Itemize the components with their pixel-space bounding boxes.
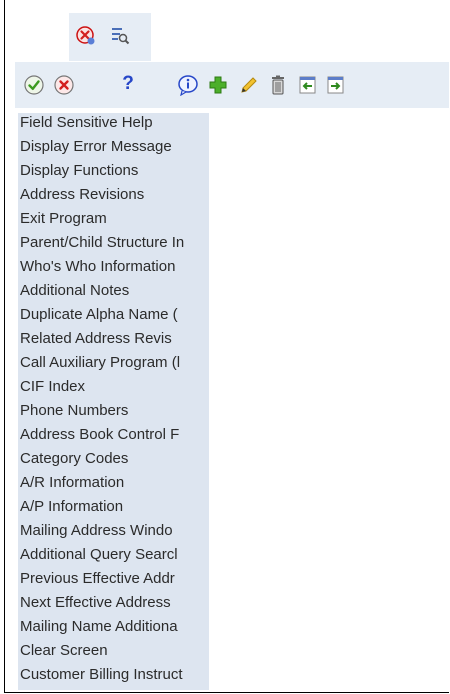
menu-item-display-functions[interactable]: Display Functions	[20, 161, 209, 181]
menu-item-phone-numbers[interactable]: Phone Numbers	[20, 401, 209, 421]
menu-item-additional-query-search[interactable]: Additional Query Searcl	[20, 545, 209, 565]
menu-item-display-error-message[interactable]: Display Error Message	[20, 137, 209, 157]
menu-item-field-sensitive-help[interactable]: Field Sensitive Help	[20, 113, 209, 133]
import-icon[interactable]	[297, 74, 319, 96]
menu-item-customer-billing-instructions[interactable]: Customer Billing Instruct	[20, 665, 209, 685]
menu-item-parent-child-structure[interactable]: Parent/Child Structure In	[20, 233, 209, 253]
menu-item-mailing-name-additional[interactable]: Mailing Name Additiona	[20, 617, 209, 637]
menu-item-next-effective-address[interactable]: Next Effective Address	[20, 593, 209, 613]
menu-item-mailing-address-window[interactable]: Mailing Address Windo	[20, 521, 209, 541]
delete-trash-icon[interactable]	[267, 74, 289, 96]
menu-item-clear-screen[interactable]: Clear Screen	[20, 641, 209, 661]
menu-item-address-revisions[interactable]: Address Revisions	[20, 185, 209, 205]
export-icon[interactable]	[325, 74, 347, 96]
menu-item-address-book-control[interactable]: Address Book Control F	[20, 425, 209, 445]
menu-item-ap-information[interactable]: A/P Information	[20, 497, 209, 517]
menu-item-duplicate-alpha-name[interactable]: Duplicate Alpha Name (	[20, 305, 209, 325]
menu-item-related-address-revisions[interactable]: Related Address Revis	[20, 329, 209, 349]
menu-item-additional-notes[interactable]: Additional Notes	[20, 281, 209, 301]
app-window: ? Field Sensitive Help Display Error Mes…	[4, 0, 449, 693]
menu-item-call-auxiliary-program[interactable]: Call Auxiliary Program (l	[20, 353, 209, 373]
info-icon[interactable]	[177, 74, 199, 96]
menu-item-category-codes[interactable]: Category Codes	[20, 449, 209, 469]
cancel-x-icon[interactable]	[53, 74, 75, 96]
help-question-icon[interactable]: ?	[117, 73, 139, 95]
form-exit-menu: Field Sensitive Help Display Error Messa…	[18, 113, 209, 690]
cancel-close-icon[interactable]	[75, 25, 97, 47]
menu-item-cif-index[interactable]: CIF Index	[20, 377, 209, 397]
menu-item-whos-who-information[interactable]: Who's Who Information	[20, 257, 209, 277]
top-toolbar	[69, 13, 151, 61]
menu-item-exit-program[interactable]: Exit Program	[20, 209, 209, 229]
menu-item-ar-information[interactable]: A/R Information	[20, 473, 209, 493]
action-toolbar: ?	[15, 62, 449, 108]
add-plus-icon[interactable]	[207, 74, 229, 96]
search-list-icon[interactable]	[109, 25, 131, 47]
ok-check-icon[interactable]	[23, 74, 45, 96]
menu-item-previous-effective-address[interactable]: Previous Effective Addr	[20, 569, 209, 589]
edit-pencil-icon[interactable]	[237, 74, 259, 96]
